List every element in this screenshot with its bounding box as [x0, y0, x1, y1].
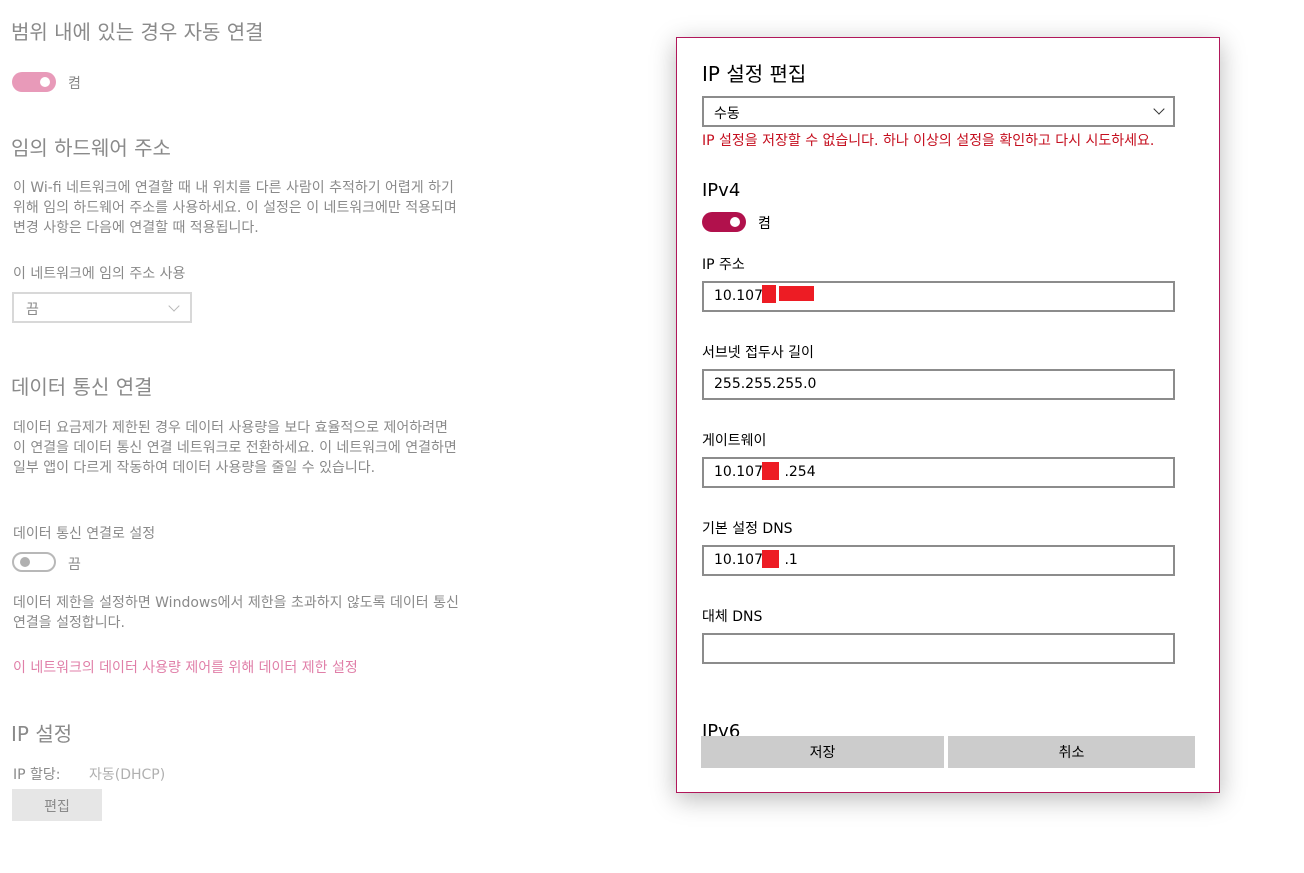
- redaction-mark: [762, 462, 779, 480]
- ip-assign-label: IP 할당:: [13, 767, 61, 783]
- ip-settings-heading: IP 설정: [11, 722, 73, 746]
- ipv4-toggle[interactable]: [702, 212, 746, 232]
- toggle-knob: [730, 217, 740, 227]
- ip-address-value: 10.107.: [714, 288, 768, 304]
- ip-address-input[interactable]: 10.107.: [702, 281, 1175, 312]
- dns-preferred-input[interactable]: 10.107. .1: [702, 545, 1175, 576]
- cancel-button-label: 취소: [1058, 745, 1085, 761]
- dns-alternate-input[interactable]: [702, 633, 1175, 664]
- redaction-mark: [762, 550, 779, 568]
- data-limit-link[interactable]: 이 네트워크의 데이터 사용량 제어를 위해 데이터 제한 설정: [13, 657, 358, 677]
- dns-preferred-suffix: .1: [784, 552, 798, 568]
- redaction-mark: [779, 286, 814, 301]
- settings-background: 범위 내에 있는 경우 자동 연결 켬 임의 하드웨어 주소 이 Wi-fi 네…: [0, 0, 660, 873]
- metered-toggle[interactable]: [12, 552, 56, 572]
- metered-heading: 데이터 통신 연결: [11, 375, 153, 399]
- error-message: IP 설정을 저장할 수 없습니다. 하나 이상의 설정을 확인하고 다시 시도…: [702, 133, 1155, 149]
- metered-toggle-state: 끔: [68, 557, 81, 573]
- random-hw-description: 이 Wi-fi 네트워크에 연결할 때 내 위치를 다른 사람이 추적하기 어렵…: [13, 180, 457, 236]
- gateway-value-prefix: 10.107.: [714, 464, 768, 480]
- redaction-mark: [762, 285, 776, 303]
- ip-assign-value: 자동(DHCP): [89, 767, 166, 783]
- subnet-input[interactable]: 255.255.255.0: [702, 369, 1175, 400]
- auto-connect-toggle[interactable]: [12, 72, 56, 92]
- random-address-label: 이 네트워크에 임의 주소 사용: [13, 266, 186, 282]
- dialog-title: IP 설정 편집: [702, 62, 807, 86]
- data-limit-description: 데이터 제한을 설정하면 Windows에서 제한을 초과하지 않도록 데이터 …: [13, 595, 459, 631]
- dns-preferred-label: 기본 설정 DNS: [702, 521, 793, 537]
- toggle-knob: [40, 77, 50, 87]
- gateway-label: 게이트웨이: [702, 433, 767, 449]
- dns-alternate-label: 대체 DNS: [702, 609, 763, 625]
- edit-ip-button-label: 편집: [44, 799, 70, 815]
- chevron-down-icon: [1153, 103, 1165, 115]
- metered-toggle-label: 데이터 통신 연결로 설정: [13, 526, 156, 542]
- ip-mode-select-value: 수동: [714, 106, 740, 122]
- subnet-value: 255.255.255.0: [714, 376, 817, 392]
- toggle-knob: [20, 557, 30, 567]
- edit-ip-button[interactable]: 편집: [12, 789, 102, 821]
- ip-address-label: IP 주소: [702, 257, 745, 273]
- ip-mode-select[interactable]: 수동: [702, 96, 1175, 127]
- ipv4-heading: IPv4: [702, 180, 741, 201]
- cancel-button[interactable]: 취소: [948, 736, 1195, 768]
- gateway-value-suffix: .254: [784, 464, 816, 480]
- save-button-label: 저장: [809, 745, 836, 761]
- subnet-label: 서브넷 접두사 길이: [702, 345, 814, 361]
- random-address-select[interactable]: 끔: [12, 292, 192, 323]
- auto-connect-heading: 범위 내에 있는 경우 자동 연결: [11, 20, 264, 44]
- dns-preferred-value: 10.107. .1: [714, 552, 798, 568]
- random-hw-heading: 임의 하드웨어 주소: [11, 136, 171, 160]
- chevron-down-icon: [168, 300, 180, 312]
- random-address-select-value: 끔: [26, 302, 39, 318]
- edit-ip-dialog: IP 설정 편집 수동 IP 설정을 저장할 수 없습니다. 하나 이상의 설정…: [676, 37, 1220, 793]
- dns-preferred-prefix: 10.107.: [714, 552, 768, 568]
- save-button[interactable]: 저장: [701, 736, 944, 768]
- gateway-input[interactable]: 10.107. .254: [702, 457, 1175, 488]
- ipv4-toggle-state: 켬: [758, 216, 771, 232]
- metered-description: 데이터 요금제가 제한된 경우 데이터 사용량을 보다 효율적으로 제어하려면 …: [13, 420, 457, 476]
- auto-connect-toggle-state: 켬: [68, 76, 81, 92]
